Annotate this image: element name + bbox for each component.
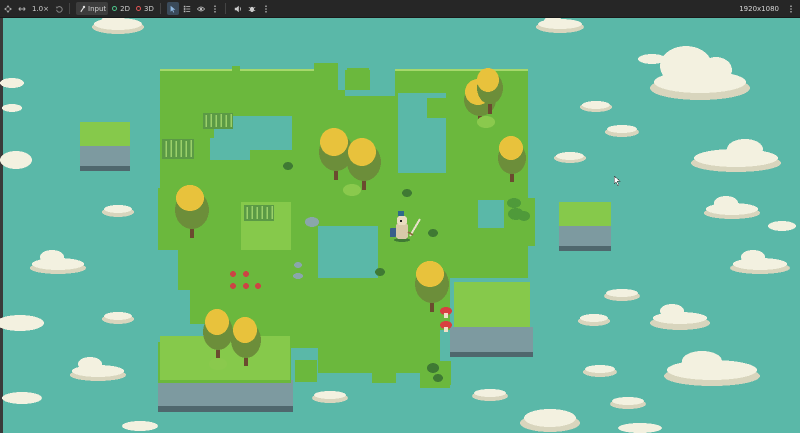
shield-icon [390,228,396,237]
cloud [583,365,617,377]
cloud [0,151,32,169]
cloud [578,314,610,326]
grass-tile [427,98,449,118]
move-arrows-icon [4,4,12,13]
grass-tile [372,361,396,383]
overflow-menu-button[interactable] [260,2,272,15]
cloud [618,423,662,433]
toolbar-divider [69,3,70,14]
cloud [102,205,134,217]
kebab-menu-icon [790,4,792,13]
cloud [122,421,158,431]
cloud [610,397,646,409]
cloud [580,101,612,112]
mode-2d-button[interactable]: 2D [110,2,132,15]
cloud [312,391,348,403]
toolbar-divider [224,3,226,14]
debug-button[interactable] [246,2,258,15]
cloud [604,289,640,301]
reset-view-button[interactable] [53,2,65,15]
kebab-menu-icon [214,4,216,13]
mode-2d-dot-icon [112,6,118,11]
cloud [472,389,508,401]
resolution-label: 1920x1080 [739,4,779,13]
select-tool-button[interactable] [166,2,179,15]
mode-3d-dot-icon [135,6,141,11]
input-toggle-button[interactable]: Input [76,2,109,15]
rock [293,273,303,279]
eye-icon [196,6,205,11]
more-options-button[interactable] [209,2,221,15]
crop-patch [203,113,233,129]
grass-tile [347,68,369,90]
cloud [638,54,666,64]
visibility-button[interactable] [195,2,207,15]
mode-2d-label: 2D [120,4,130,13]
viewport-options-button[interactable] [785,2,797,15]
grass-tile [295,360,317,382]
bush [209,358,227,370]
crop-patch [162,139,194,159]
joystick-icon [80,5,86,12]
input-label: Input [88,4,107,13]
list-tool-button[interactable] [181,2,193,15]
cloud [768,221,796,231]
cursor-arrow-icon [170,5,176,13]
cloud [554,152,586,163]
bush [343,184,361,196]
kebab-menu-icon [265,4,267,13]
list-icon [183,5,191,12]
cloud [2,392,42,404]
bug-icon [248,6,256,12]
transform-tool-button[interactable] [2,2,14,15]
small-plant [375,268,385,276]
bush [477,116,495,128]
grass-tile [374,96,396,118]
small-plant [283,162,293,170]
game-scene[interactable] [0,18,800,433]
speaker-icon [234,5,241,12]
audio-button[interactable] [232,2,244,15]
toolbar-divider [159,3,161,14]
small-plant [402,189,412,197]
game-viewport[interactable] [0,18,800,433]
small-plant [428,229,438,237]
resize-tool-button[interactable] [16,2,28,15]
crop-patch [244,205,274,221]
cloud [92,18,144,34]
resize-arrows-icon [18,6,26,11]
editor-toolbar: 1.0× Input 2D 3D 1920x1080 [0,0,800,18]
rock [305,217,319,227]
small-island-right [559,202,611,251]
rock [294,262,302,268]
small-island-left [80,122,130,171]
zoom-level-button[interactable]: 1.0× [30,2,51,15]
zoom-level-label: 1.0× [32,4,49,13]
undo-icon [55,5,63,13]
mode-3d-button[interactable]: 3D [134,2,156,15]
mode-3d-label: 3D [143,4,154,13]
cloud [102,312,134,324]
cloud [605,125,639,137]
